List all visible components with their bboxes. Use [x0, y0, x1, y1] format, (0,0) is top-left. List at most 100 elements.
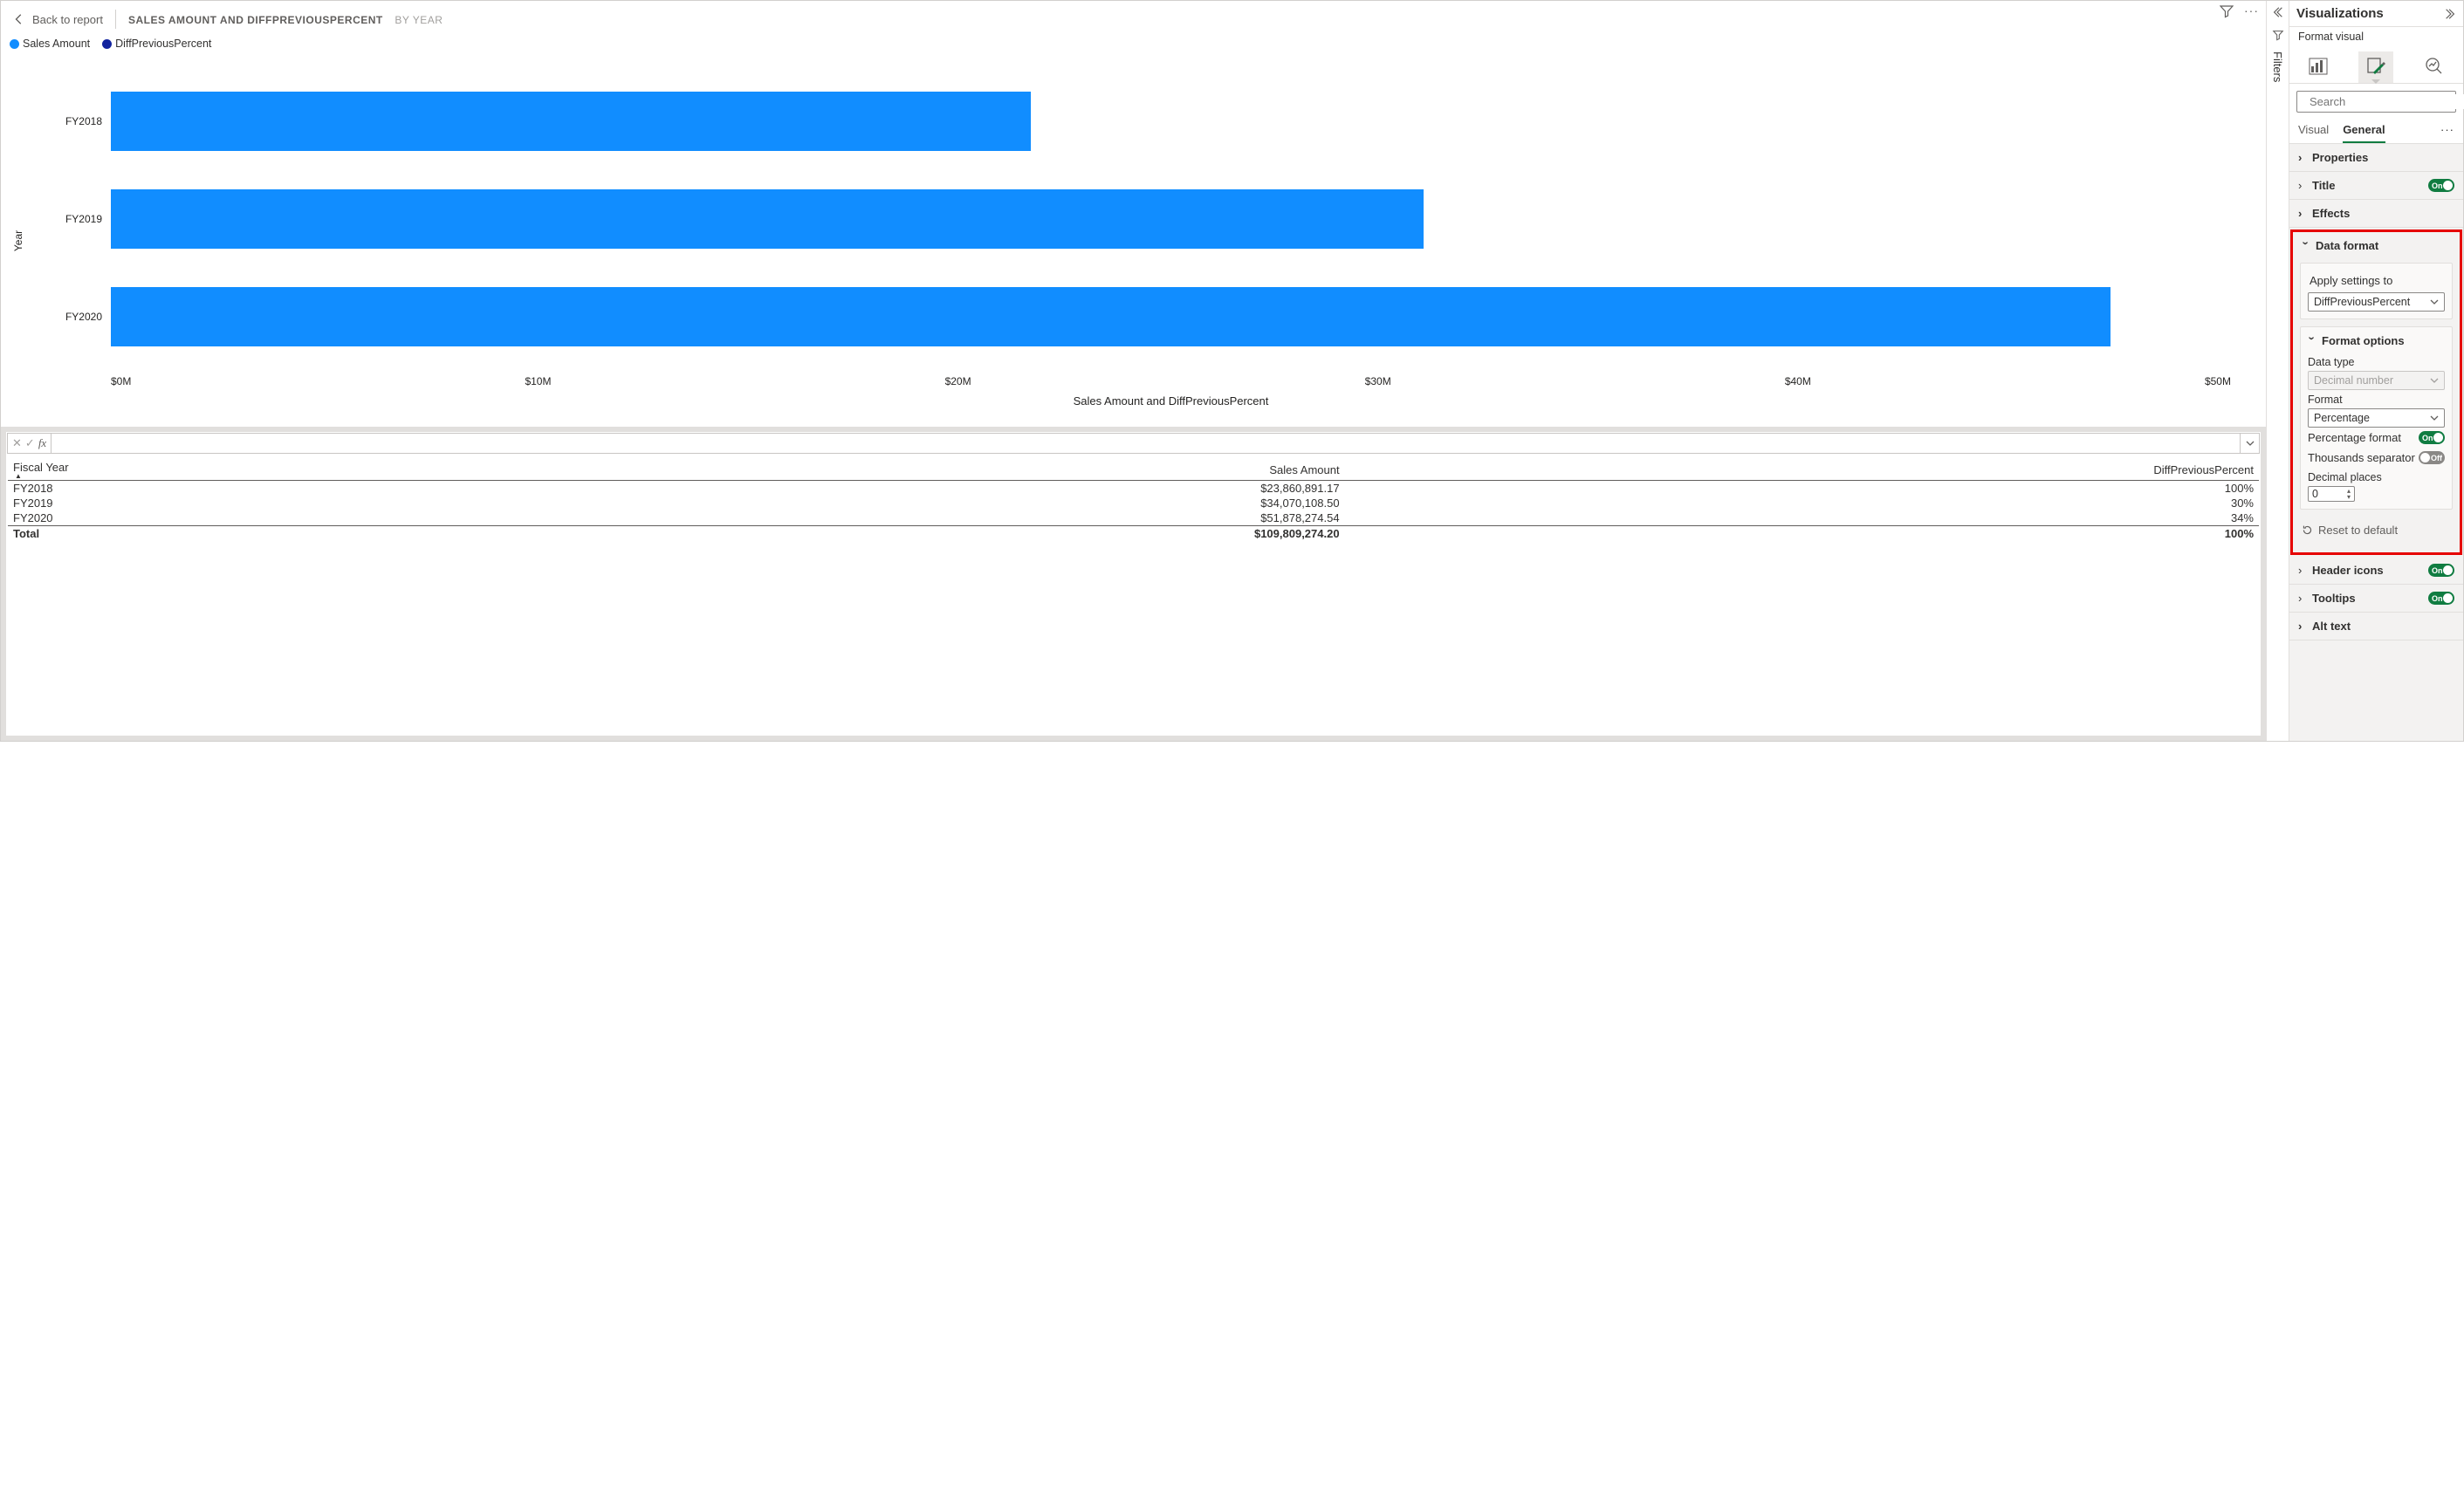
- data-table: Fiscal Year ▲ Sales Amount DiffPreviousP…: [8, 460, 2259, 541]
- reset-label: Reset to default: [2318, 524, 2398, 537]
- cell: $51,878,274.54: [553, 510, 1344, 526]
- spinner-icon[interactable]: ▴▾: [2347, 488, 2351, 500]
- formula-dropdown[interactable]: [2240, 434, 2259, 453]
- cell: $23,860,891.17: [553, 481, 1344, 497]
- toggle-label: On: [2432, 594, 2443, 603]
- section-head[interactable]: › Title: [2298, 179, 2336, 192]
- section-alt-text[interactable]: › Alt text: [2289, 613, 2463, 640]
- x-tick-label: $40M: [1785, 375, 1811, 387]
- section-head[interactable]: › Header icons: [2298, 564, 2384, 577]
- x-tick-label: $30M: [1365, 375, 1391, 387]
- section-label: Effects: [2312, 207, 2350, 220]
- search-input[interactable]: [2308, 94, 2464, 109]
- section-label: Title: [2312, 179, 2336, 192]
- divider: [115, 10, 116, 29]
- section-effects[interactable]: › Effects: [2289, 200, 2463, 228]
- x-tick-label: $0M: [111, 375, 131, 387]
- thousands-toggle[interactable]: Off: [2419, 451, 2445, 464]
- visual-header-icons: ···: [2220, 4, 2259, 18]
- select-value: Decimal number: [2314, 374, 2393, 387]
- expand-icon[interactable]: [2444, 8, 2456, 20]
- table-row: FY2019 $34,070,108.50 30%: [8, 496, 2259, 510]
- chevron-right-icon: ›: [2298, 592, 2307, 605]
- toggle-label: On: [2432, 566, 2443, 575]
- chevron-down-icon: [2430, 376, 2439, 385]
- sub-tab-visual[interactable]: Visual: [2298, 123, 2329, 143]
- apply-settings-label: Apply settings to: [2308, 271, 2445, 292]
- format-search[interactable]: [2296, 91, 2456, 113]
- select-value: Percentage: [2314, 412, 2370, 424]
- section-head[interactable]: › Tooltips: [2298, 592, 2356, 605]
- back-to-report[interactable]: Back to report: [13, 13, 103, 26]
- reset-to-default[interactable]: Reset to default: [2300, 517, 2453, 544]
- legend-item[interactable]: DiffPreviousPercent: [102, 38, 211, 50]
- tooltips-toggle[interactable]: On: [2428, 592, 2454, 605]
- format-label: Format: [2308, 394, 2445, 406]
- bar-track: [111, 92, 2231, 151]
- bar-track: [111, 287, 2231, 346]
- legend-label: DiffPreviousPercent: [115, 38, 211, 50]
- col-header-fiscal-year[interactable]: Fiscal Year ▲: [8, 460, 553, 481]
- main-canvas: ··· Back to report SALES AMOUNT AND DIFF…: [1, 1, 2266, 741]
- cancel-icon[interactable]: ✕: [11, 436, 23, 450]
- toggle-label: On: [2432, 182, 2443, 190]
- apply-settings-select[interactable]: DiffPreviousPercent: [2308, 292, 2445, 312]
- sub-tab-general[interactable]: General: [2343, 123, 2385, 143]
- chevron-down-icon: [2430, 414, 2439, 422]
- highlight-data-format: › Data format Apply settings to DiffPrev…: [2290, 229, 2462, 555]
- reset-icon: [2302, 524, 2313, 536]
- bar-track: [111, 189, 2231, 249]
- cell: Total: [8, 526, 553, 542]
- table-total-row: Total $109,809,274.20 100%: [8, 526, 2259, 542]
- tab-format-visual[interactable]: [2358, 51, 2393, 83]
- section-properties[interactable]: › Properties: [2289, 144, 2463, 172]
- header-icons-toggle[interactable]: On: [2428, 564, 2454, 577]
- bar-row: FY2020: [62, 282, 2231, 352]
- format-select[interactable]: Percentage: [2308, 408, 2445, 428]
- chart-plot: FY2018 FY2019 FY2020: [62, 72, 2231, 418]
- tab-analytics[interactable]: [2417, 51, 2452, 83]
- bar-fill[interactable]: [111, 92, 1031, 151]
- data-type-select: Decimal number: [2308, 371, 2445, 390]
- col-header-diff-prev[interactable]: DiffPreviousPercent: [1345, 460, 2259, 481]
- bar-fill[interactable]: [111, 189, 1424, 249]
- section-tooltips: › Tooltips On: [2289, 585, 2463, 613]
- filter-icon[interactable]: [2220, 4, 2234, 18]
- title-toggle[interactable]: On: [2428, 179, 2454, 192]
- legend-item[interactable]: Sales Amount: [10, 38, 90, 50]
- table-row: FY2020 $51,878,274.54 34%: [8, 510, 2259, 526]
- select-value: DiffPreviousPercent: [2314, 296, 2410, 308]
- section-data-format-head[interactable]: › Data format: [2293, 232, 2460, 259]
- tab-build-visual[interactable]: [2301, 51, 2336, 83]
- section-title: › Title On: [2289, 172, 2463, 200]
- pct-format-toggle[interactable]: On: [2419, 431, 2445, 444]
- col-header-sales-amount[interactable]: Sales Amount: [553, 460, 1344, 481]
- bar-fill[interactable]: [111, 287, 2111, 346]
- chevron-right-icon: ›: [2298, 207, 2307, 220]
- cell: 34%: [1345, 510, 2259, 526]
- commit-icon[interactable]: ✓: [24, 436, 36, 450]
- y-category-label: FY2019: [62, 213, 111, 225]
- filters-pane-collapsed[interactable]: Filters: [2266, 1, 2289, 741]
- decimal-places-input[interactable]: 0 ▴▾: [2308, 486, 2355, 502]
- fx-icon[interactable]: fx: [38, 436, 47, 450]
- funnel-icon: [2272, 29, 2284, 41]
- data-table-visual[interactable]: ✕ ✓ fx Fiscal Year ▲ Sales Amount: [1, 427, 2266, 741]
- more-icon[interactable]: ···: [2244, 4, 2259, 18]
- viz-pane-header: Visualizations: [2289, 1, 2463, 27]
- viz-subtitle: Format visual: [2289, 27, 2463, 46]
- table-row: FY2018 $23,860,891.17 100%: [8, 481, 2259, 497]
- formula-bar: ✕ ✓ fx: [7, 433, 2260, 454]
- chart-legend: Sales Amount DiffPreviousPercent: [1, 34, 2266, 55]
- x-tick-label: $20M: [945, 375, 971, 387]
- chevron-right-icon: ›: [2298, 151, 2307, 164]
- visual-title: SALES AMOUNT AND DIFFPREVIOUSPERCENT BY …: [128, 13, 443, 26]
- format-options-head[interactable]: › Format options: [2308, 334, 2445, 353]
- section-label: Tooltips: [2312, 592, 2356, 605]
- decimal-label: Decimal places: [2308, 471, 2445, 483]
- cell: $109,809,274.20: [553, 526, 1344, 542]
- title-main: SALES AMOUNT AND DIFFPREVIOUSPERCENT: [128, 14, 383, 26]
- sub-tab-more[interactable]: ···: [2440, 123, 2454, 143]
- report-header: Back to report SALES AMOUNT AND DIFFPREV…: [1, 1, 2266, 34]
- formula-input[interactable]: [51, 434, 2240, 453]
